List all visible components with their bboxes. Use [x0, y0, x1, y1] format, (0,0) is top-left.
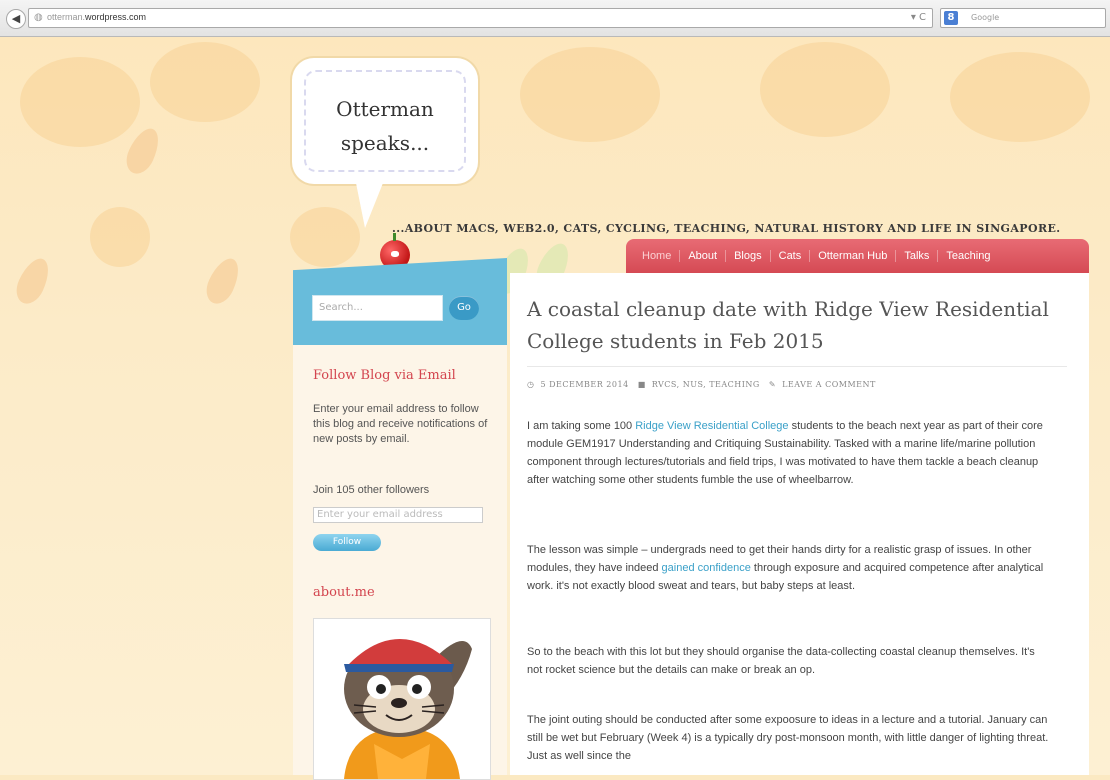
google-icon[interactable]: 8 [944, 11, 958, 25]
decor-flower [20, 57, 140, 147]
follow-button[interactable]: Follow [313, 534, 381, 551]
post-paragraph-4: The joint outing should be conducted aft… [527, 714, 1049, 762]
decor-flower [520, 47, 660, 142]
decor-leaf [201, 253, 245, 309]
globe-icon: ◍ [34, 12, 43, 23]
main-nav: Home About Blogs Cats Otterman Hub Talks… [626, 239, 1089, 276]
sidebar-search-button[interactable]: Go [449, 296, 479, 320]
post-meta: ◷ 5 DECEMBER 2014 ■ RVCS, NUS, TEACHING ✎ L… [527, 380, 882, 389]
decor-flower [150, 42, 260, 122]
ridge-view-link[interactable]: Ridge View Residential College [635, 420, 788, 432]
decor-leaf [11, 253, 55, 309]
otter-avatar[interactable] [313, 618, 491, 780]
address-bar[interactable]: ◍ otterman.wordpress.com ▾ C [28, 8, 933, 28]
nav-item-otterman-hub[interactable]: Otterman Hub [809, 250, 895, 262]
bubble-tail [355, 178, 385, 228]
folder-icon: ■ [637, 380, 646, 389]
comment-icon: ✎ [768, 380, 777, 389]
decor-flower [760, 42, 890, 137]
browser-toolbar: ◀ ◍ otterman.wordpress.com ▾ C 8 Google [0, 0, 1110, 37]
leave-comment-link[interactable]: LEAVE A COMMENT [782, 380, 876, 389]
site-title[interactable]: Otterman speaks... [296, 92, 474, 160]
nav-item-teaching[interactable]: Teaching [937, 250, 998, 262]
site-title-line1: Otterman [336, 97, 434, 121]
post-title[interactable]: A coastal cleanup date with Ridge View R… [527, 293, 1067, 357]
about-heading: about.me [313, 585, 375, 600]
post-paragraph-1: I am taking some 100 Ridge View Resident… [527, 417, 1052, 489]
search-placeholder: Google [971, 13, 1000, 22]
title-divider [527, 366, 1067, 367]
gained-confidence-link[interactable]: gained confidence [662, 562, 751, 574]
post-paragraph-2: The lesson was simple – undergrads need … [527, 541, 1052, 595]
nav-item-cats[interactable]: Cats [769, 250, 810, 262]
nav-item-home[interactable]: Home [634, 250, 679, 262]
back-button[interactable]: ◀ [6, 9, 26, 29]
paragraph-text: I am taking some 100 [527, 420, 636, 432]
follow-description: Enter your email address to follow this … [313, 403, 488, 445]
post-date[interactable]: 5 DECEMBER 2014 [540, 380, 628, 389]
site-tagline: ...ABOUT MACS, WEB2.0, CATS, CYCLING, TE… [392, 222, 1061, 235]
nav-item-blogs[interactable]: Blogs [725, 250, 770, 262]
post-categories[interactable]: RVCS, NUS, TEACHING [652, 380, 760, 389]
reload-icon[interactable]: ▾ C [911, 12, 926, 23]
decor-flower [90, 207, 150, 267]
followers-count: Join 105 other followers [313, 484, 430, 496]
decor-flower [950, 52, 1090, 142]
email-field[interactable]: Enter your email address [313, 507, 483, 523]
nav-item-about[interactable]: About [679, 250, 725, 262]
url-text: otterman.wordpress.com [47, 12, 147, 22]
site-title-line2: speaks... [340, 131, 430, 155]
browser-search-box[interactable]: 8 Google [940, 8, 1106, 28]
clock-icon: ◷ [527, 380, 535, 389]
decor-leaf [121, 123, 165, 179]
sidebar-search-input[interactable]: Search... [312, 295, 443, 321]
post-paragraph-3: So to the beach with this lot but they s… [527, 646, 1035, 676]
nav-item-talks[interactable]: Talks [895, 250, 937, 262]
decor-flower [290, 207, 360, 267]
site-title-bubble[interactable]: Otterman speaks... [296, 62, 474, 180]
follow-heading: Follow Blog via Email [313, 368, 456, 383]
